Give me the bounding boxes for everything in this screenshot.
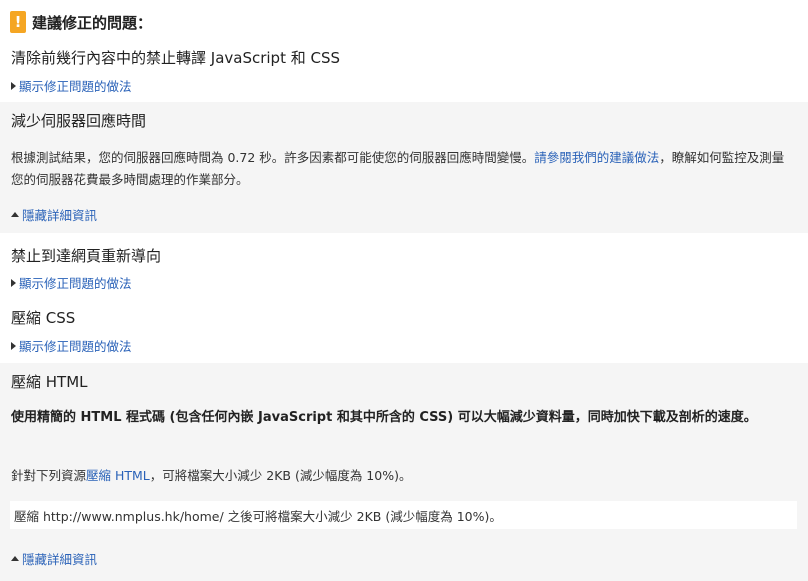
rule-title: 壓縮 CSS <box>11 309 76 327</box>
rule-render-blocking: 清除前幾行內容中的禁止轉譯 JavaScript 和 CSS 顯示修正問題的做法 <box>0 38 808 102</box>
best-practice-link[interactable]: 請參閱我們的建議做法 <box>534 150 659 165</box>
rule-minify-html: 壓縮 HTML 使用精簡的 HTML 程式碼 (包含任何內嵌 JavaScrip… <box>0 363 808 581</box>
toggle-label: 隱藏詳細資訊 <box>22 208 98 223</box>
rule-redirects: 禁止到達網頁重新導向 顯示修正問題的做法 <box>0 233 808 295</box>
collapse-arrow-icon <box>11 556 19 561</box>
toggle-label: 顯示修正問題的做法 <box>19 79 132 94</box>
rule-description: 根據測試結果，您的伺服器回應時間為 0.72 秒。許多因素都可能使您的伺服器回應… <box>11 147 796 191</box>
description-text: 根據測試結果，您的伺服器回應時間為 0.72 秒。許多因素都可能使您的伺服器回應… <box>11 150 535 165</box>
minify-html-link[interactable]: 壓縮 HTML <box>86 468 150 483</box>
show-fix-toggle[interactable]: 顯示修正問題的做法 <box>11 76 132 95</box>
rule-title: 禁止到達網頁重新導向 <box>11 247 162 265</box>
hide-details-toggle[interactable]: 隱藏詳細資訊 <box>11 549 97 568</box>
resource-summary: 針對下列資源壓縮 HTML，可將檔案大小減少 2KB (減少幅度為 10%)。 <box>11 465 796 487</box>
rule-title: 壓縮 HTML <box>11 373 88 391</box>
suggestions-title: 建議修正的問題： <box>32 13 153 32</box>
expand-arrow-icon <box>11 278 16 287</box>
collapse-arrow-icon <box>11 212 19 217</box>
rule-description: 使用精簡的 HTML 程式碼 (包含任何內嵌 JavaScript 和其中所含的… <box>11 410 757 425</box>
suggestions-header: ! 建議修正的問題： <box>10 10 152 34</box>
summary-text: 針對下列資源 <box>11 468 87 483</box>
rule-minify-css: 壓縮 CSS 顯示修正問題的做法 <box>0 295 808 363</box>
toggle-label: 顯示修正問題的做法 <box>19 276 132 291</box>
rule-server-response: 減少伺服器回應時間 根據測試結果，您的伺服器回應時間為 0.72 秒。許多因素都… <box>0 102 808 233</box>
show-fix-toggle[interactable]: 顯示修正問題的做法 <box>11 336 132 355</box>
summary-text: ，可將檔案大小減少 2KB (減少幅度為 10%)。 <box>149 468 412 483</box>
hide-details-toggle[interactable]: 隱藏詳細資訊 <box>11 205 97 224</box>
toggle-label: 隱藏詳細資訊 <box>22 552 98 567</box>
rule-title: 減少伺服器回應時間 <box>11 112 147 130</box>
rule-title: 清除前幾行內容中的禁止轉譯 JavaScript 和 CSS <box>11 49 341 67</box>
resource-url-line: 壓縮 http://www.nmplus.hk/home/ 之後可將檔案大小減少… <box>10 501 797 529</box>
expand-arrow-icon <box>11 81 16 90</box>
toggle-label: 顯示修正問題的做法 <box>19 339 132 354</box>
expand-arrow-icon <box>11 341 16 350</box>
show-fix-toggle[interactable]: 顯示修正問題的做法 <box>11 273 132 292</box>
warning-icon: ! <box>10 11 26 33</box>
